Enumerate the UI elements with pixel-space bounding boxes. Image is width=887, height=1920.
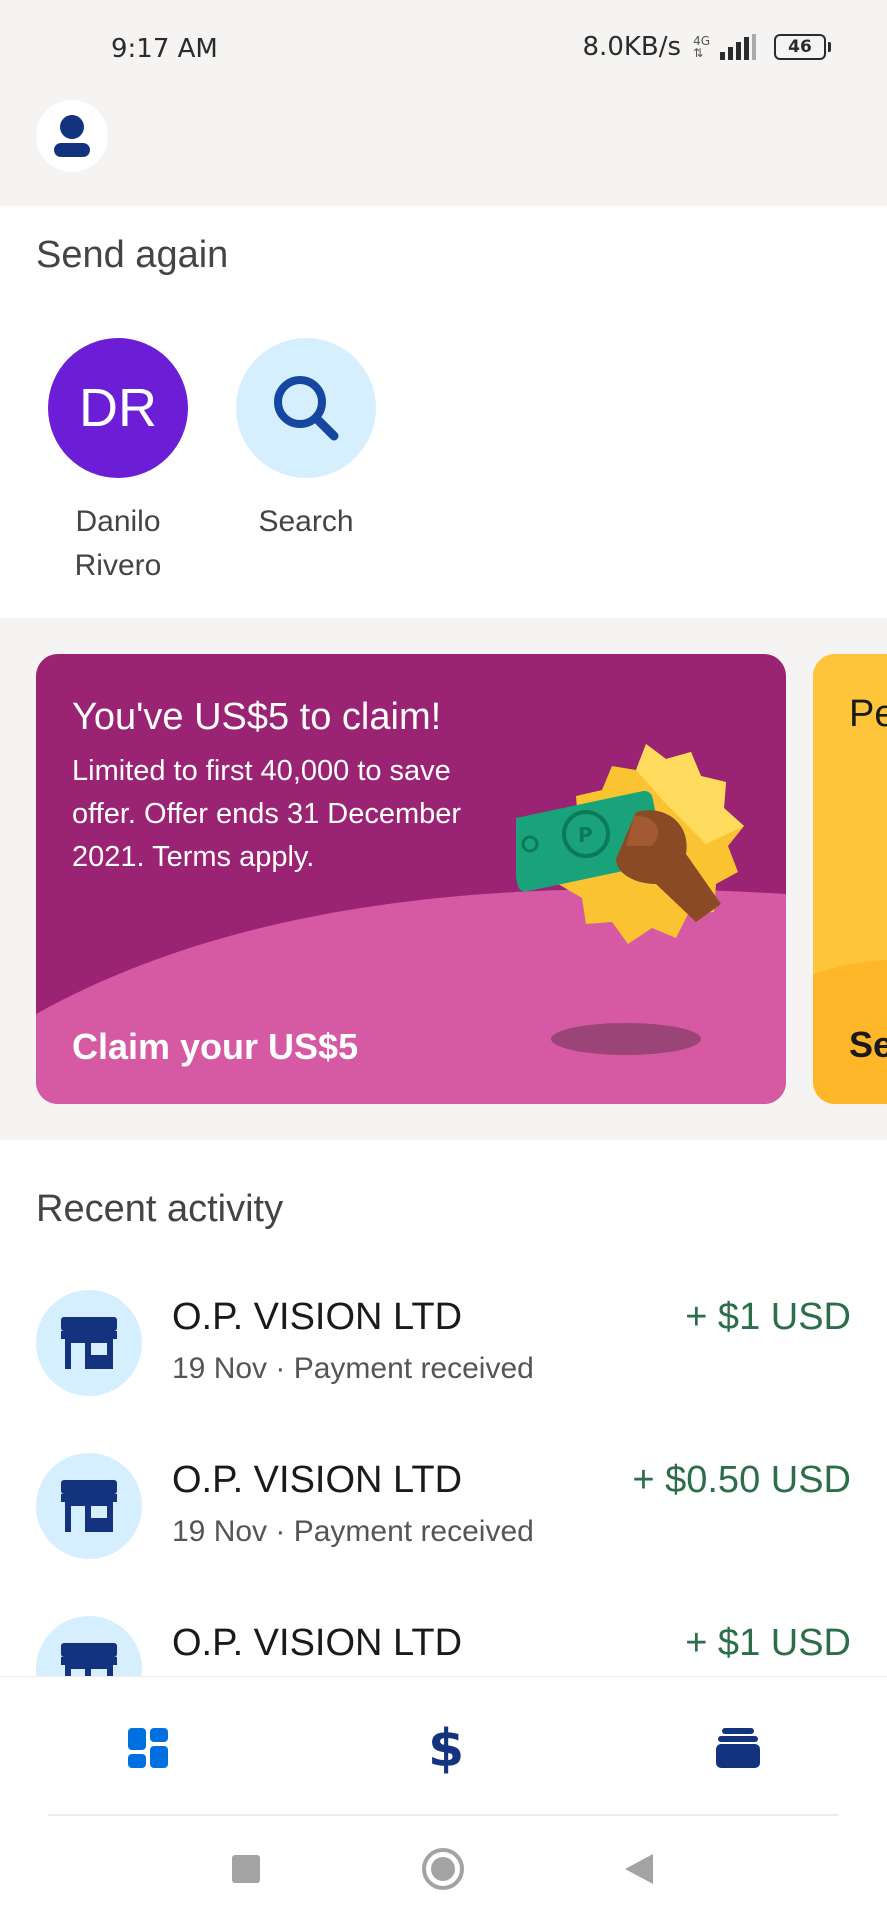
nav-wallet[interactable] xyxy=(708,1723,768,1773)
merchant-name: O.P. VISION LTD xyxy=(172,1296,463,1338)
square-icon xyxy=(232,1855,260,1883)
send-again-section: Send again DR Danilo Rivero Search xyxy=(0,206,887,618)
search-contact-button[interactable]: Search xyxy=(226,338,386,544)
contact-avatar: DR xyxy=(48,338,188,478)
profile-button[interactable] xyxy=(36,100,108,172)
back-button[interactable] xyxy=(614,1844,664,1894)
wallet-icon xyxy=(716,1728,760,1768)
activity-row[interactable]: O.P. VISION LTD + $1 USD xyxy=(0,1616,887,1676)
home-circle-icon xyxy=(422,1848,464,1890)
search-circle xyxy=(236,338,376,478)
bottom-navigation: $ xyxy=(0,1676,887,1814)
recent-activity-section: Recent activity O.P. VISION LTD 19 Nov ·… xyxy=(0,1140,887,1676)
recent-activity-title: Recent activity xyxy=(36,1188,284,1230)
promo-title: You've US$5 to claim! xyxy=(72,696,442,738)
store-icon xyxy=(61,1643,117,1676)
activity-row[interactable]: O.P. VISION LTD 19 Nov · Payment receive… xyxy=(0,1453,887,1573)
merchant-icon-wrap xyxy=(36,1453,142,1559)
search-icon xyxy=(274,376,339,441)
send-again-title: Send again xyxy=(36,234,229,276)
merchant-icon-wrap xyxy=(36,1616,142,1676)
system-navigation xyxy=(0,1816,887,1920)
contact-danilo-rivero[interactable]: DR Danilo Rivero xyxy=(38,338,198,588)
promo-secondary-text: Pe wi en xyxy=(849,693,887,735)
svg-text:P: P xyxy=(578,823,593,847)
transaction-amount: + $1 USD xyxy=(685,1622,851,1664)
home-button[interactable] xyxy=(418,1844,468,1894)
promo-body: Limited to first 40,000 to save offer. O… xyxy=(72,755,462,873)
nav-payments[interactable]: $ xyxy=(414,1720,474,1776)
transaction-meta: 19 Nov · Payment received xyxy=(172,1515,534,1548)
cash-hand-illustration: P xyxy=(516,744,744,944)
store-icon xyxy=(61,1317,117,1369)
merchant-name: O.P. VISION LTD xyxy=(172,1622,463,1664)
profile-icon xyxy=(54,115,90,157)
back-triangle-icon xyxy=(625,1854,653,1884)
contact-name: Danilo Rivero xyxy=(74,505,162,582)
signal-icon xyxy=(720,34,756,60)
battery-icon: 46 xyxy=(774,34,831,60)
transaction-amount: + $1 USD xyxy=(685,1296,851,1338)
recents-button[interactable] xyxy=(221,1844,271,1894)
nav-home[interactable] xyxy=(118,1723,178,1773)
status-time: 9:17 AM xyxy=(111,34,218,64)
promo-card-claim[interactable]: You've US$5 to claim! Limited to first 4… xyxy=(36,654,786,1104)
top-header: 9:17 AM 8.0KB/s 4G ⇅ 46 xyxy=(0,0,887,206)
promo-card-secondary[interactable]: Pe wi en Se xyxy=(813,654,887,1104)
store-icon xyxy=(61,1480,117,1532)
svg-text:$: $ xyxy=(428,1720,462,1776)
network-speed: 8.0KB/s xyxy=(582,32,682,62)
promo-carousel: You've US$5 to claim! Limited to first 4… xyxy=(0,618,887,1140)
dashboard-icon xyxy=(128,1728,168,1768)
promo-secondary-cta[interactable]: Se xyxy=(849,1024,887,1066)
merchant-name: O.P. VISION LTD xyxy=(172,1459,463,1501)
search-label: Search xyxy=(258,505,354,538)
transaction-meta: 19 Nov · Payment received xyxy=(172,1352,534,1385)
merchant-icon-wrap xyxy=(36,1290,142,1396)
dollar-icon: $ xyxy=(428,1720,462,1776)
status-indicators: 8.0KB/s 4G ⇅ 46 xyxy=(583,32,831,62)
network-type: 4G ⇅ xyxy=(693,34,710,60)
activity-row[interactable]: O.P. VISION LTD 19 Nov · Payment receive… xyxy=(0,1290,887,1410)
transaction-amount: + $0.50 USD xyxy=(632,1459,851,1501)
claim-button[interactable]: Claim your US$5 xyxy=(72,1026,358,1068)
battery-level: 46 xyxy=(774,34,826,60)
